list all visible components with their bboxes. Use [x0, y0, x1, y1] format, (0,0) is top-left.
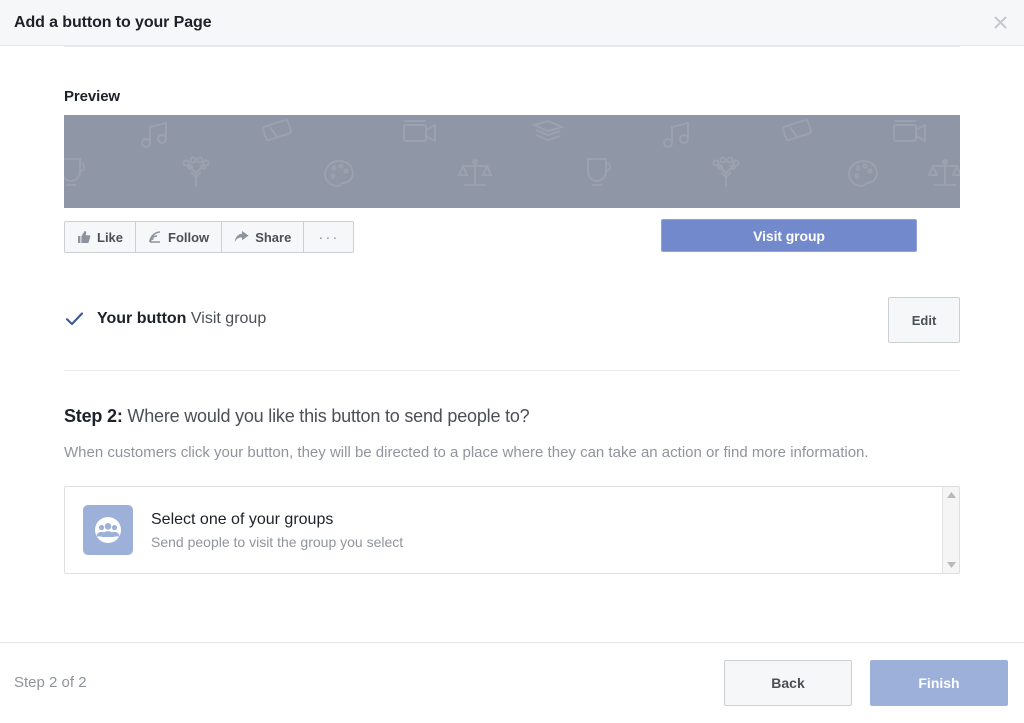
scroll-down-arrow-icon[interactable] — [946, 561, 957, 569]
follow-button-label: Follow — [168, 229, 210, 245]
your-button-value: Visit group — [190, 310, 267, 327]
thumbs-up-icon — [77, 230, 91, 244]
share-button-label: Share — [255, 229, 292, 245]
more-options-button[interactable]: ··· — [304, 222, 354, 252]
dialog-footer: Step 2 of 2 Back Finish — [0, 642, 1024, 722]
page-action-buttons: Like Follow Share ··· — [64, 221, 355, 253]
footer-actions: Back Finish — [724, 659, 1008, 706]
like-button[interactable]: Like — [65, 222, 137, 252]
your-button-row: Your button Visit group Edit — [64, 295, 960, 343]
page-cover-photo — [64, 115, 960, 208]
section-divider — [64, 370, 960, 371]
group-option-text: Select one of your groups Send people to… — [151, 511, 403, 550]
page-action-row: Like Follow Share ··· Visit group — [64, 219, 960, 253]
add-button-dialog: Add a button to your Page Preview Like F… — [0, 0, 1024, 723]
step2-heading-rest: Where would you like this button to send… — [122, 406, 530, 426]
your-button-text: Your button Visit group — [97, 310, 266, 328]
follow-button[interactable]: Follow — [136, 222, 223, 252]
visit-group-cta-button[interactable]: Visit group — [661, 219, 917, 252]
group-option-subtitle: Send people to visit the group you selec… — [151, 533, 404, 550]
group-option-box[interactable]: Select one of your groups Send people to… — [64, 486, 960, 574]
step2-heading: Step 2: Where would you like this button… — [64, 406, 960, 427]
ellipsis-icon: ··· — [318, 228, 340, 246]
check-icon — [66, 312, 88, 326]
share-arrow-icon — [234, 230, 249, 244]
your-button-label: Your button — [97, 310, 187, 327]
dialog-header: Add a button to your Page — [0, 0, 1024, 46]
back-button[interactable]: Back — [724, 659, 852, 706]
group-option-title: Select one of your groups — [151, 510, 334, 528]
edit-button[interactable]: Edit — [888, 297, 960, 343]
edit-button-label: Edit — [911, 312, 937, 328]
finish-button[interactable]: Finish — [870, 659, 1008, 706]
share-button[interactable]: Share — [222, 222, 305, 252]
step2-description: When customers click your button, they w… — [64, 444, 869, 461]
preview-label: Preview — [64, 88, 121, 105]
step2-heading-strong: Step 2: — [64, 406, 123, 426]
close-icon[interactable] — [988, 11, 1012, 35]
dialog-body: Preview Like Follow Share ··· Visit grou… — [0, 46, 1024, 642]
group-people-icon — [83, 505, 133, 555]
cover-pattern — [64, 115, 960, 208]
step-counter: Step 2 of 2 — [14, 674, 87, 691]
finish-button-label: Finish — [918, 674, 960, 691]
scroll-up-arrow-icon[interactable] — [946, 491, 957, 499]
visit-group-cta-label: Visit group — [753, 227, 825, 244]
dialog-title: Add a button to your Page — [14, 13, 212, 31]
options-scrollbar[interactable] — [942, 487, 959, 573]
rss-icon — [148, 230, 162, 244]
like-button-label: Like — [97, 229, 124, 245]
back-button-label: Back — [771, 674, 805, 691]
